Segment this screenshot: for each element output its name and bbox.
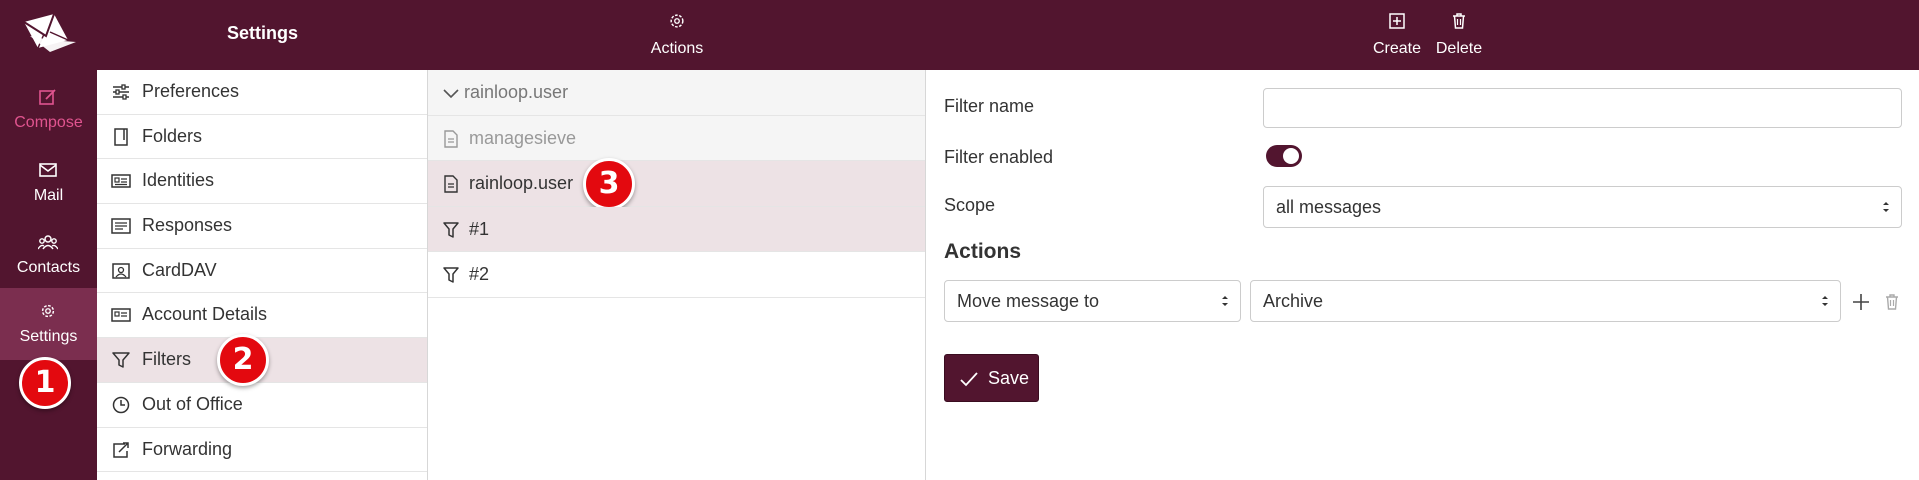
settings-item-label: Folders	[142, 125, 203, 146]
rail-mail[interactable]: Mail	[0, 147, 97, 219]
app-rail: Compose Mail Contacts Settings 1	[0, 0, 97, 480]
scripts-toolbar: Actions	[428, 0, 926, 70]
settings-item-label: Account Details	[142, 304, 268, 325]
delete-button-label: Delete	[1435, 40, 1483, 57]
rail-contacts[interactable]: Contacts	[0, 219, 97, 291]
actions-button-label: Actions	[650, 40, 704, 57]
script-group-label: rainloop.user	[464, 82, 569, 102]
action-target-select[interactable]: Archive	[1250, 280, 1841, 322]
script-label: rainloop.user	[469, 173, 574, 193]
folder-icon	[114, 127, 128, 146]
create-button-label: Create	[1372, 40, 1422, 57]
step-badge-1: 1	[19, 357, 71, 409]
gear-icon	[41, 304, 55, 318]
settings-item-responses[interactable]: Responses	[97, 204, 427, 249]
scripts-list: rainloop.user managesieve rainloop.user …	[428, 70, 925, 298]
chevron-down-icon	[443, 89, 459, 99]
script-rainloop-user[interactable]: rainloop.user 3	[428, 158, 925, 210]
actions-section-title: Actions	[944, 240, 1022, 263]
settings-item-label: Filters	[142, 349, 191, 370]
rail-compose-label: Compose	[14, 114, 83, 131]
script-label: managesieve	[469, 127, 577, 148]
rail-mail-label: Mail	[33, 187, 64, 204]
script-group-rainloop-user[interactable]: rainloop.user	[428, 70, 925, 116]
create-button[interactable]: Create	[1366, 0, 1428, 58]
sliders-icon	[113, 84, 129, 100]
settings-item-folders[interactable]: Folders	[97, 115, 427, 160]
select-caret-icon	[1222, 296, 1228, 306]
settings-item-label: Identities	[142, 170, 215, 191]
contacts-icon	[38, 235, 58, 250]
forward-icon	[113, 441, 129, 458]
toggle-knob	[1283, 148, 1299, 164]
step-badge-2: 2	[217, 334, 269, 387]
filter-item-label: #2	[469, 264, 490, 284]
clock-icon	[112, 396, 130, 414]
actions-button[interactable]: Actions	[642, 0, 712, 58]
filter-icon	[112, 352, 130, 368]
select-caret-icon	[1883, 202, 1889, 212]
action-type-value: Move message to	[957, 291, 1100, 311]
mail-icon	[39, 163, 57, 177]
settings-item-carddav[interactable]: CardDAV	[97, 249, 427, 294]
filter-item-2[interactable]: #2	[428, 252, 925, 298]
rail-settings-label: Settings	[19, 328, 78, 345]
settings-item-account-details[interactable]: Account Details	[97, 293, 427, 339]
settings-item-filters[interactable]: Filters 2	[97, 334, 427, 387]
settings-title: Settings	[97, 0, 428, 70]
plus-square-icon	[1389, 13, 1405, 29]
settings-item-label: Out of Office	[142, 393, 243, 414]
envelope-logo-icon	[23, 14, 76, 52]
scripts-panel: Actions rainloop.user managesieve rainlo…	[428, 0, 926, 480]
filter-name-label: Filter name	[944, 96, 1035, 116]
filter-editor: Create Delete Filter name Filter enabled…	[926, 0, 1919, 480]
editor-toolbar: Create Delete	[926, 0, 1919, 70]
rail-contacts-label: Contacts	[16, 259, 81, 276]
save-button[interactable]: Save	[944, 354, 1039, 402]
add-action-icon[interactable]	[1851, 292, 1871, 312]
account-card-icon	[111, 308, 131, 323]
settings-item-label: Preferences	[142, 81, 240, 101]
trash-icon	[1453, 13, 1465, 29]
step-badge-3: 3	[583, 158, 635, 210]
script-managesieve[interactable]: managesieve	[428, 115, 925, 161]
settings-menu: Preferences Folders Identities Responses	[97, 70, 427, 473]
id-card-icon	[111, 174, 131, 189]
action-type-select[interactable]: Move message to	[944, 280, 1241, 322]
settings-item-identities[interactable]: Identities	[97, 159, 427, 205]
filter-icon	[443, 267, 459, 283]
rail-settings[interactable]: Settings	[0, 288, 97, 360]
rail-compose[interactable]: Compose	[0, 74, 97, 146]
delete-button[interactable]: Delete	[1428, 0, 1490, 58]
filter-enabled-toggle[interactable]	[1266, 145, 1302, 167]
responses-icon	[111, 218, 131, 234]
select-caret-icon	[1822, 296, 1828, 306]
settings-item-out-of-office[interactable]: Out of Office	[97, 383, 427, 428]
settings-panel: Settings Preferences Folders Identities …	[97, 0, 428, 480]
filter-enabled-label: Filter enabled	[944, 147, 1054, 167]
file-icon	[444, 129, 458, 148]
filter-item-label: #1	[469, 218, 490, 239]
save-button-label: Save	[988, 368, 1030, 388]
settings-item-preferences[interactable]: Preferences	[97, 70, 427, 115]
compose-icon	[39, 89, 56, 105]
scope-select-value: all messages	[1276, 197, 1382, 217]
settings-item-label: Forwarding	[142, 438, 233, 459]
filter-name-input[interactable]	[1263, 88, 1902, 128]
action-target-value: Archive	[1263, 291, 1324, 311]
filter-icon	[443, 221, 459, 238]
scope-label: Scope	[944, 195, 996, 215]
gear-icon	[670, 14, 684, 28]
delete-action-icon[interactable]	[1882, 292, 1902, 312]
checkmark-icon	[960, 372, 978, 387]
settings-item-label: CardDAV	[142, 259, 217, 280]
file-icon	[444, 175, 458, 193]
settings-item-label: Responses	[142, 215, 233, 236]
filter-item-1[interactable]: #1	[428, 206, 925, 252]
scope-select[interactable]: all messages	[1263, 186, 1902, 228]
contact-card-icon	[112, 263, 130, 279]
settings-item-forwarding[interactable]: Forwarding	[97, 428, 427, 473]
